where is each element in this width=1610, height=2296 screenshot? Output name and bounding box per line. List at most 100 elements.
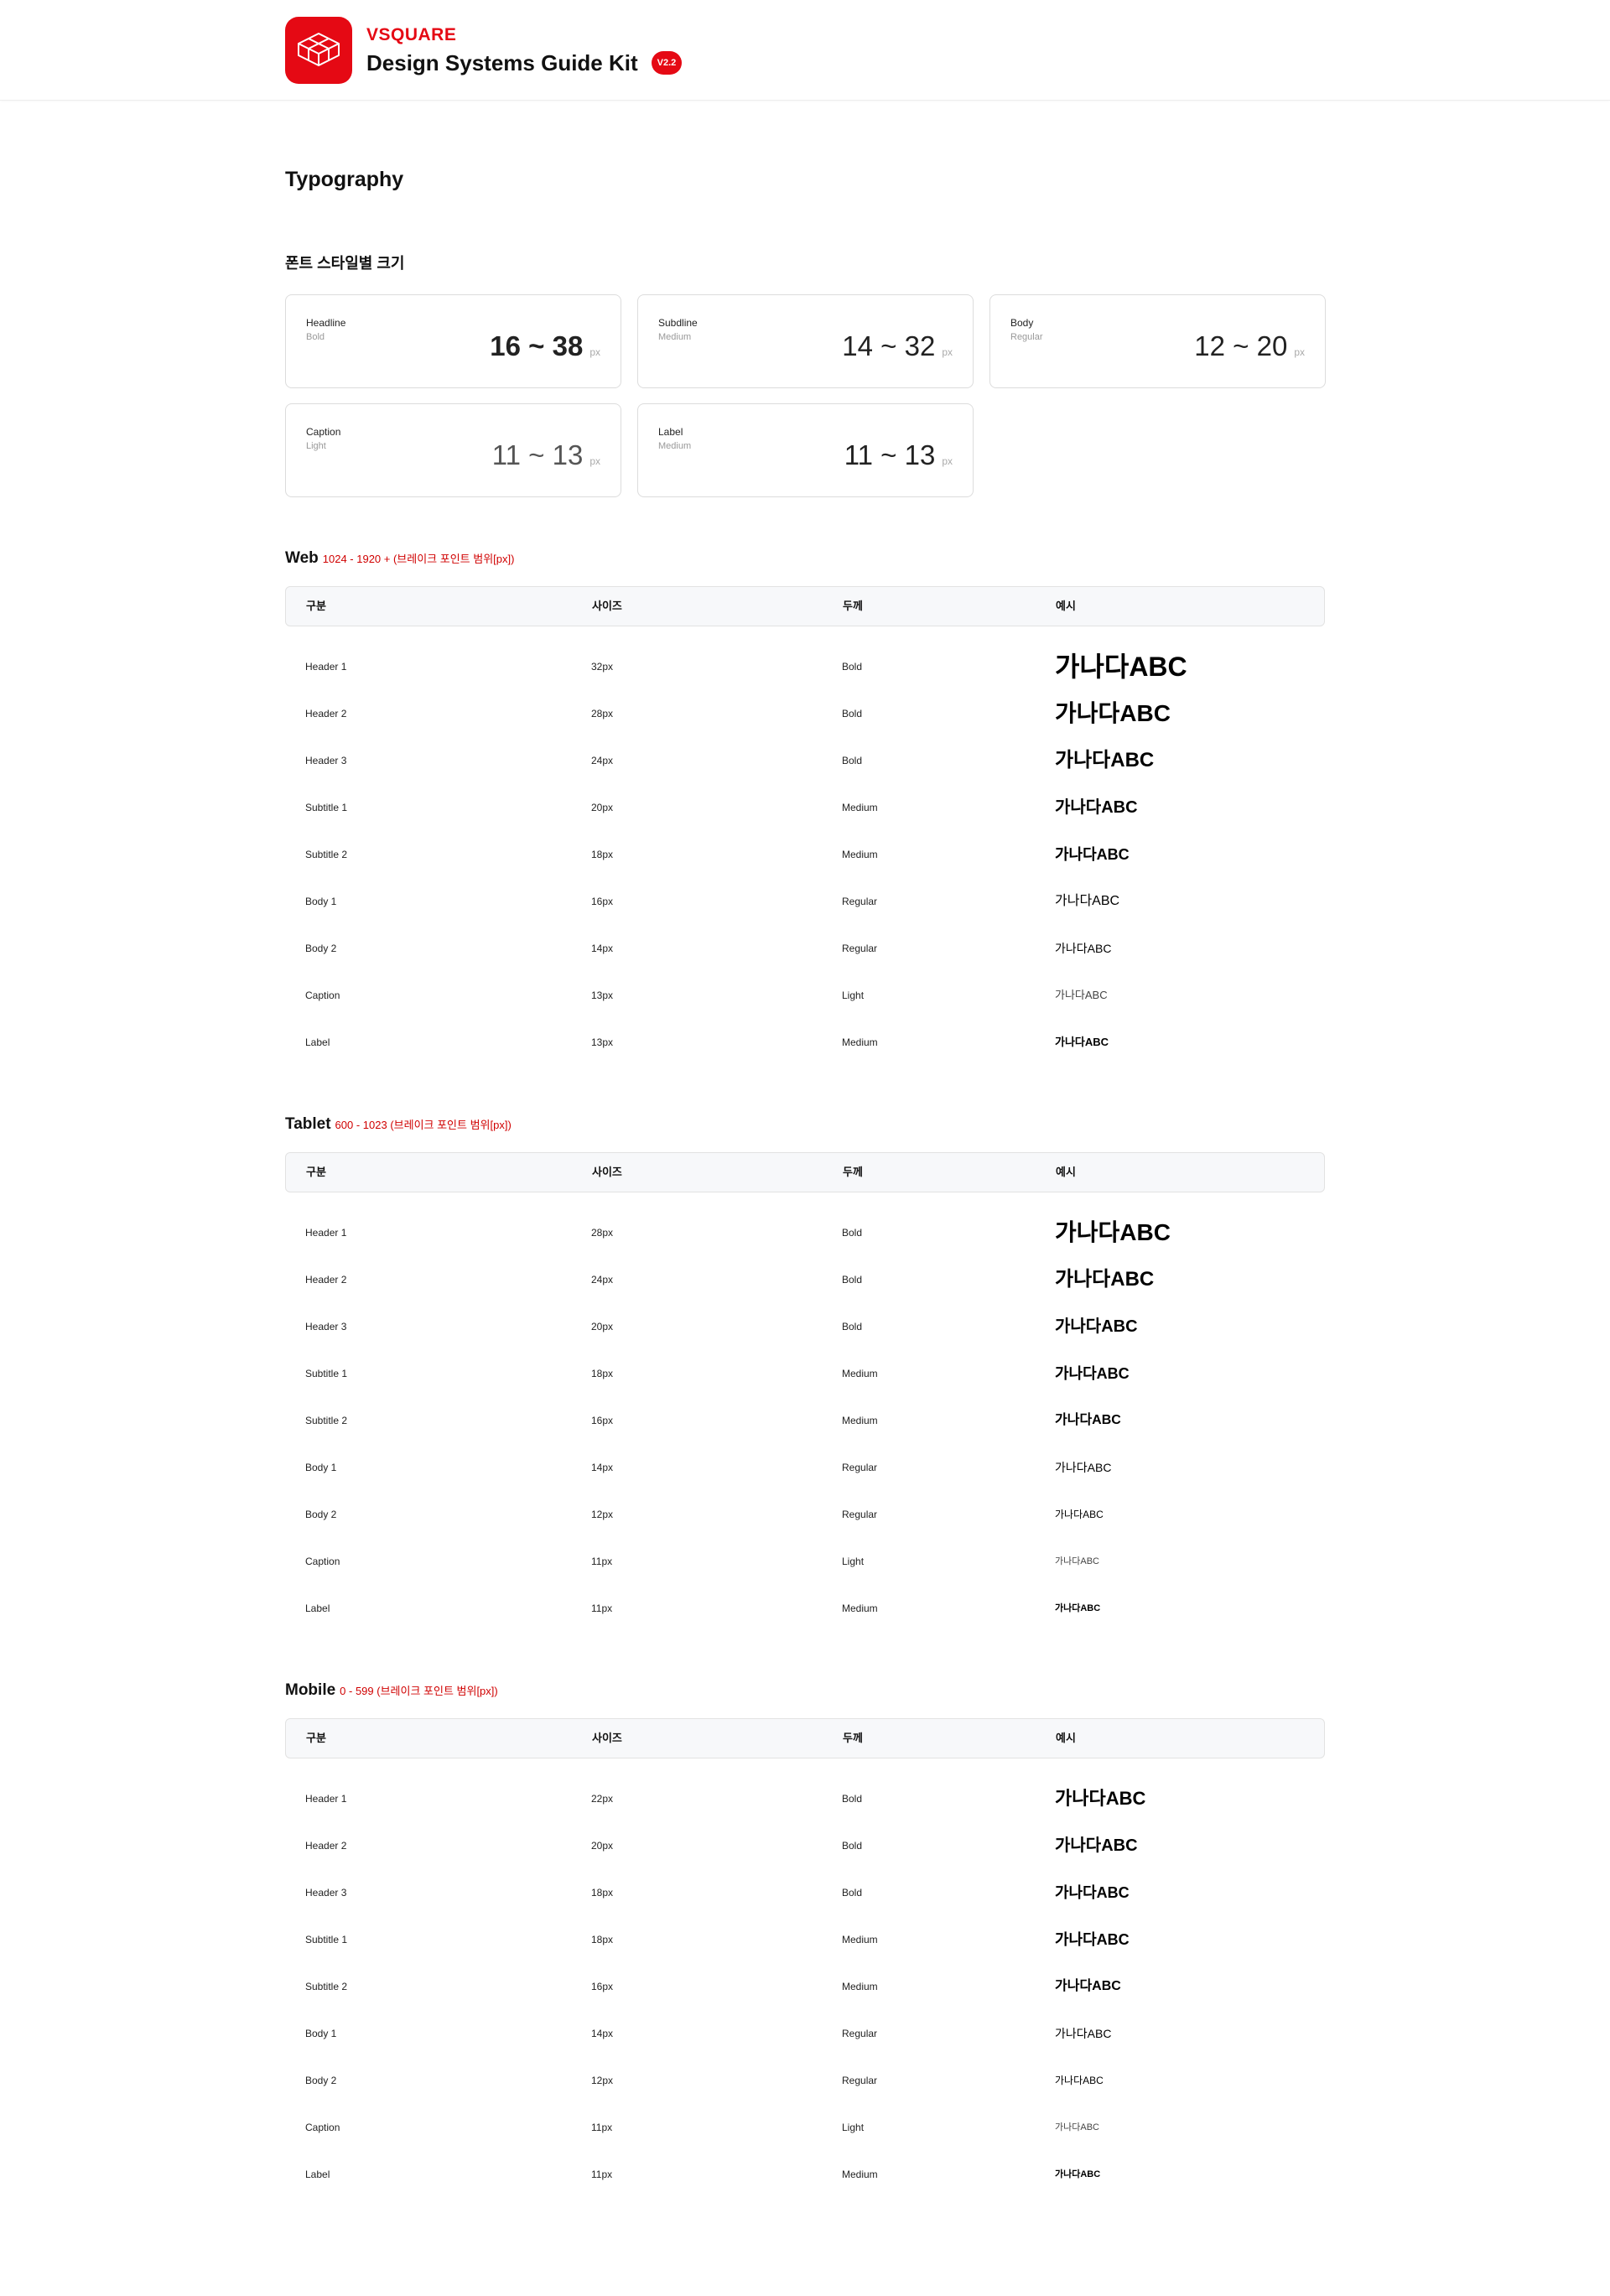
breakpoint-name: Web <box>285 549 319 567</box>
table-row: Caption 11px Light 가나다ABC <box>285 2104 1325 2151</box>
row-example: 가나다ABC <box>1055 1603 1101 1613</box>
card-style-name: Subdline <box>658 317 698 329</box>
table-row: Body 1 16px Regular 가나다ABC <box>285 878 1325 925</box>
row-style-name: Subtitle 2 <box>305 849 348 860</box>
row-example: 가나다ABC <box>1055 1884 1130 1901</box>
font-style-section-title: 폰트 스타일별 크기 <box>285 255 405 272</box>
row-weight: Medium <box>842 849 878 860</box>
card-size-range: 11 ~ 13 px <box>492 439 600 471</box>
table-row: Subtitle 1 20px Medium 가나다ABC <box>285 784 1325 831</box>
font-style-card: Label Medium 11 ~ 13 px <box>637 403 974 497</box>
row-weight: Medium <box>842 1934 878 1945</box>
column-header: 두께 <box>843 600 863 612</box>
row-weight: Medium <box>842 2169 878 2180</box>
row-weight: Bold <box>842 1887 863 1899</box>
row-size: 12px <box>591 1509 614 1520</box>
row-size: 28px <box>591 1227 614 1239</box>
card-style-weight: Regular <box>1010 332 1043 342</box>
brand-title: Design Systems Guide Kit <box>366 50 638 75</box>
table-row: Caption 11px Light 가나다ABC <box>285 1538 1325 1585</box>
row-example: 가나다ABC <box>1055 652 1187 682</box>
card-style-name: Headline <box>306 317 346 329</box>
column-header: 구분 <box>306 1732 326 1744</box>
card-range-unit: px <box>589 455 600 467</box>
row-style-name: Caption <box>305 1556 340 1567</box>
row-style-name: Subtitle 1 <box>305 1368 348 1379</box>
row-size: 11px <box>591 1556 613 1567</box>
card-style-weight: Medium <box>658 441 692 451</box>
row-example: 가나다ABC <box>1055 2027 1112 2040</box>
column-header: 구분 <box>306 600 326 612</box>
card-range-value: 11 ~ 13 <box>844 439 936 470</box>
table-row: Header 1 32px Bold 가나다ABC <box>285 643 1325 690</box>
row-weight: Regular <box>842 2028 878 2039</box>
row-size: 13px <box>591 990 614 1001</box>
breakpoint-title-web: Web 1024 - 1920 + (브레이크 포인트 범위[px]) <box>285 549 514 568</box>
table-header: 구분 사이즈 두께 예시 <box>285 586 1325 626</box>
row-weight: Bold <box>842 755 863 766</box>
row-style-name: Header 1 <box>305 661 347 673</box>
row-style-name: Caption <box>305 990 340 1001</box>
font-style-card: Headline Bold 16 ~ 38 px <box>285 294 621 388</box>
row-size: 20px <box>591 802 614 813</box>
brand-block: VSQUARE Design Systems Guide Kit V2.2 <box>285 17 683 84</box>
row-size: 28px <box>591 708 614 719</box>
row-weight: Regular <box>842 1462 878 1473</box>
row-size: 16px <box>591 896 614 907</box>
card-size-range: 11 ~ 13 px <box>844 439 953 471</box>
row-size: 14px <box>591 943 614 954</box>
row-style-name: Body 2 <box>305 943 337 954</box>
row-weight: Bold <box>842 1840 863 1852</box>
column-header: 예시 <box>1056 1166 1076 1178</box>
breakpoint-name: Mobile <box>285 1681 336 1699</box>
table-row: Subtitle 2 16px Medium 가나다ABC <box>285 1963 1325 2010</box>
row-style-name: Subtitle 1 <box>305 802 348 813</box>
row-style-name: Body 1 <box>305 896 337 907</box>
row-weight: Light <box>842 2122 865 2133</box>
row-example: 가나다ABC <box>1055 1556 1099 1566</box>
table-header: 구분 사이즈 두께 예시 <box>285 1718 1325 1758</box>
row-style-name: Header 3 <box>305 755 347 766</box>
row-example: 가나다ABC <box>1055 1036 1109 1048</box>
row-style-name: Subtitle 1 <box>305 1934 348 1945</box>
table-row: Body 2 14px Regular 가나다ABC <box>285 925 1325 972</box>
row-style-name: Header 3 <box>305 1887 347 1899</box>
row-weight: Medium <box>842 1603 878 1614</box>
row-example: 가나다ABC <box>1055 1836 1138 1855</box>
table-row: Header 3 20px Bold 가나다ABC <box>285 1303 1325 1350</box>
row-example: 가나다ABC <box>1055 1931 1130 1948</box>
card-style-name: Body <box>1010 317 1034 329</box>
font-style-card: Caption Light 11 ~ 13 px <box>285 403 621 497</box>
vsquare-logo-icon[interactable] <box>285 17 352 84</box>
row-size: 11px <box>591 2169 613 2180</box>
card-range-value: 16 ~ 38 <box>490 330 584 361</box>
table-row: Header 2 20px Bold 가나다ABC <box>285 1822 1325 1869</box>
card-size-range: 16 ~ 38 px <box>490 330 600 362</box>
breakpoint-range: 0 - 599 (브레이크 포인트 범위[px]) <box>340 1685 498 1697</box>
table-header: 구분 사이즈 두께 예시 <box>285 1152 1325 1192</box>
row-weight: Bold <box>842 661 863 673</box>
row-weight: Bold <box>842 708 863 719</box>
row-style-name: Header 3 <box>305 1321 347 1332</box>
row-example: 가나다ABC <box>1055 846 1130 863</box>
row-style-name: Header 2 <box>305 1274 347 1286</box>
row-example: 가나다ABC <box>1055 798 1138 817</box>
row-example: 가나다ABC <box>1055 749 1155 771</box>
row-example: 가나다ABC <box>1055 894 1120 908</box>
row-style-name: Label <box>305 2169 330 2180</box>
font-style-card: Subdline Medium 14 ~ 32 px <box>637 294 974 388</box>
breakpoint-title-mobile: Mobile 0 - 599 (브레이크 포인트 범위[px]) <box>285 1681 498 1700</box>
row-style-name: Body 2 <box>305 1509 337 1520</box>
row-example: 가나다ABC <box>1055 2169 1101 2179</box>
row-style-name: Label <box>305 1036 330 1048</box>
card-range-unit: px <box>589 346 600 358</box>
row-weight: Regular <box>842 896 878 907</box>
row-weight: Regular <box>842 943 878 954</box>
table-row: Body 1 14px Regular 가나다ABC <box>285 2010 1325 2057</box>
table-row: Subtitle 1 18px Medium 가나다ABC <box>285 1350 1325 1397</box>
row-size: 13px <box>591 1036 614 1048</box>
row-weight: Medium <box>842 1415 878 1426</box>
row-example: 가나다ABC <box>1055 1268 1155 1291</box>
row-weight: Regular <box>842 2075 878 2086</box>
table-row: Header 2 28px Bold 가나다ABC <box>285 690 1325 737</box>
